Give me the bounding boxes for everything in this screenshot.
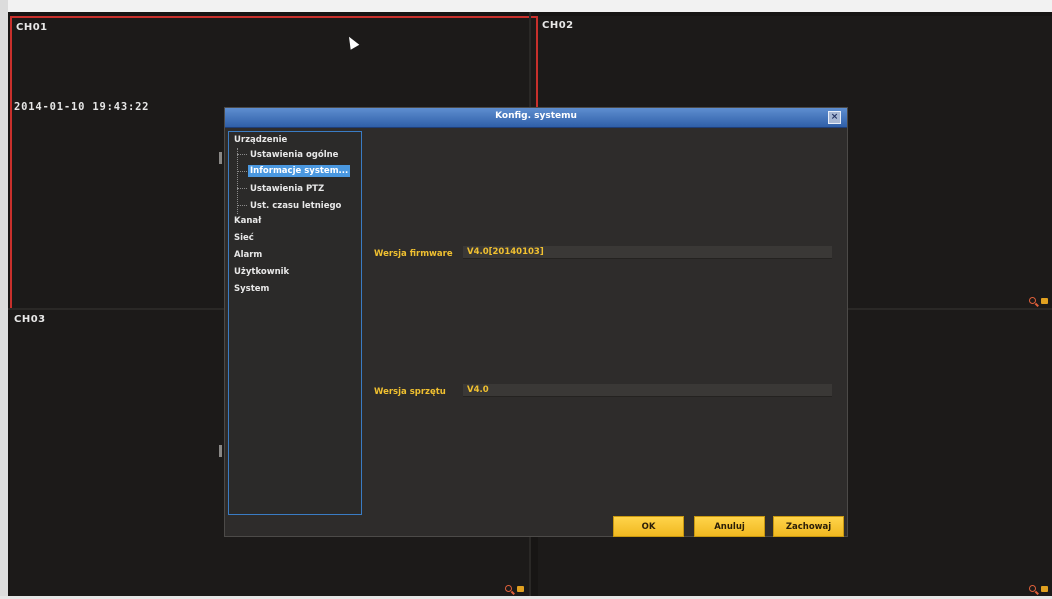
tree-connector <box>237 188 247 189</box>
hardware-version-label: Wersja sprzętu <box>374 387 446 397</box>
drag-handle[interactable] <box>219 445 222 457</box>
camera-label: CH02 <box>542 20 574 31</box>
camera-timestamp: 2014-01-10 19:43:22 <box>14 101 150 113</box>
close-icon[interactable]: × <box>828 111 841 124</box>
tree-connector <box>237 154 247 155</box>
tree-item-system[interactable]: System <box>234 284 269 294</box>
zoom-icon[interactable] <box>1029 585 1036 592</box>
dialog-titlebar[interactable]: Konfig. systemu × <box>225 108 847 128</box>
record-icon[interactable] <box>1041 585 1048 592</box>
camera-tools <box>505 585 524 592</box>
record-icon[interactable] <box>1041 297 1048 304</box>
record-icon[interactable] <box>517 585 524 592</box>
zoom-icon[interactable] <box>505 585 512 592</box>
tree-item-uzytkownik[interactable]: Użytkownik <box>234 267 289 277</box>
camera-tools <box>1029 585 1048 592</box>
tree-item-informacje-systemowe[interactable]: Informacje system... <box>248 165 351 177</box>
tree-connector <box>237 205 247 206</box>
camera-label: CH03 <box>14 314 46 325</box>
drag-handle[interactable] <box>219 152 222 164</box>
tree-item-urzadzenie[interactable]: Urządzenie <box>234 135 287 145</box>
tree-item-ustawienia-ogolne[interactable]: Ustawienia ogólne <box>250 150 338 160</box>
tree-item-alarm[interactable]: Alarm <box>234 250 262 260</box>
camera-label: CH01 <box>16 22 48 33</box>
ok-button[interactable]: OK <box>613 516 684 537</box>
firmware-version-field: V4.0[20140103] <box>463 246 832 259</box>
tree-item-czas-letni[interactable]: Ust. czasu letniego <box>250 201 341 211</box>
system-config-dialog: Konfig. systemu × Urządzenie Ustawienia … <box>224 107 848 537</box>
firmware-version-label: Wersja firmware <box>374 249 453 259</box>
cancel-button[interactable]: Anuluj <box>694 516 765 537</box>
tree-item-ustawienia-ptz[interactable]: Ustawienia PTZ <box>250 184 324 194</box>
zoom-icon[interactable] <box>1029 297 1036 304</box>
tree-item-kanal[interactable]: Kanał <box>234 216 261 226</box>
hardware-version-field: V4.0 <box>463 384 832 397</box>
monitor-bezel-top <box>0 0 1052 12</box>
camera-tools <box>1029 297 1048 304</box>
settings-tree: Urządzenie Ustawienia ogólne Informacje … <box>228 131 362 515</box>
dialog-title: Konfig. systemu <box>495 111 577 121</box>
save-button[interactable]: Zachowaj <box>773 516 844 537</box>
tree-connector <box>237 171 247 172</box>
tree-item-siec[interactable]: Sieć <box>234 233 254 243</box>
monitor-bezel-left <box>0 0 8 599</box>
